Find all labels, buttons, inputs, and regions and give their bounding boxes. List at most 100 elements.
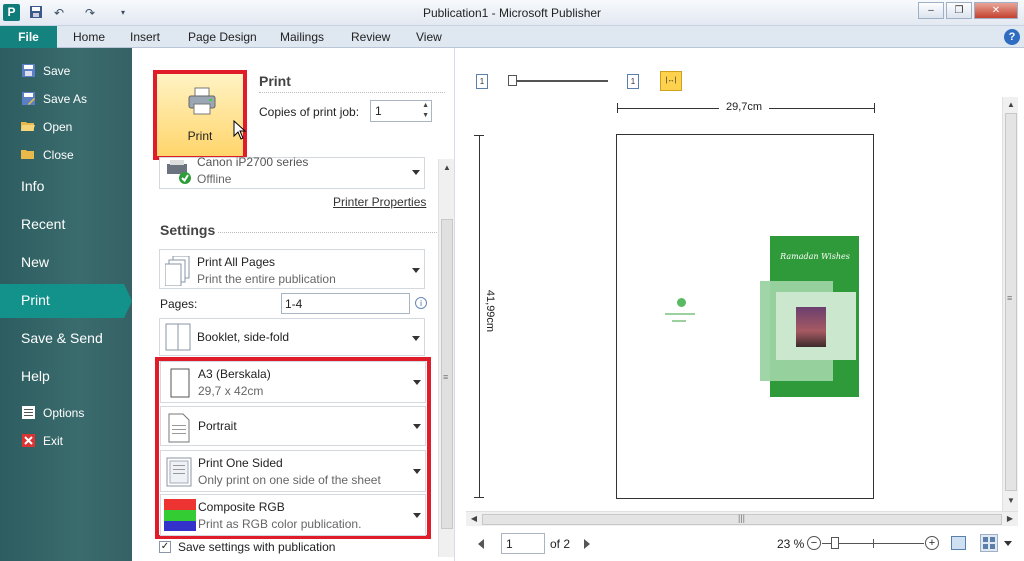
print-button[interactable]: Print xyxy=(153,70,247,160)
scroll-up-icon[interactable]: ▲ xyxy=(1005,98,1017,112)
nav-save[interactable]: Save xyxy=(0,58,132,84)
rgb-color-icon xyxy=(164,499,196,531)
printer-icon xyxy=(187,86,217,116)
paper-icon xyxy=(166,368,192,398)
page-width-icon[interactable]: |↔| xyxy=(660,71,682,91)
save-icon xyxy=(21,64,35,77)
orientation-dropdown[interactable]: Portrait xyxy=(160,406,426,446)
print-range-dropdown[interactable]: Print All Pages Print the entire publica… xyxy=(159,249,425,289)
chevron-down-icon xyxy=(412,170,420,175)
scroll-left-icon[interactable]: ◀ xyxy=(468,512,480,526)
zoom-slider-thumb[interactable] xyxy=(831,537,839,549)
grip-icon: ≡ xyxy=(1007,293,1013,303)
tab-mailings[interactable]: Mailings xyxy=(280,30,324,44)
options-icon xyxy=(21,406,35,419)
scroll-right-icon[interactable]: ▶ xyxy=(1004,512,1016,526)
fit-to-window-icon[interactable] xyxy=(951,536,966,550)
help-icon[interactable]: ? xyxy=(1004,29,1020,45)
nav-recent-label: Recent xyxy=(21,216,66,232)
preview-zoom-slider-thumb[interactable] xyxy=(508,75,517,86)
settings-scrollbar[interactable]: ▲ ≡ xyxy=(438,159,454,557)
nav-close[interactable]: Close xyxy=(0,142,132,168)
chevron-down-icon[interactable] xyxy=(1004,541,1012,546)
tab-page-design[interactable]: Page Design xyxy=(188,30,257,44)
nav-exit-label: Exit xyxy=(43,434,64,448)
exit-icon xyxy=(21,434,35,447)
sides-title: Print One Sided xyxy=(198,456,283,470)
nav-save-label: Save xyxy=(43,64,71,78)
chevron-down-icon xyxy=(412,268,420,273)
nav-print[interactable] xyxy=(0,284,124,318)
printer-status-icon xyxy=(165,160,191,190)
grip-icon: ≡ xyxy=(443,372,449,382)
layout-title: Booklet, side-fold xyxy=(197,330,290,344)
title-bar: P ↶ ↷ ▾ Publication1 - Microsoft Publish… xyxy=(0,0,1024,26)
nav-open[interactable]: Open xyxy=(0,114,132,140)
copies-value: 1 xyxy=(375,104,382,118)
full-page-icon[interactable]: 1 xyxy=(627,74,639,89)
tab-home[interactable]: Home xyxy=(73,30,105,44)
preview-horizontal-scrollbar[interactable]: ◀ ||| ▶ xyxy=(466,511,1018,526)
info-icon[interactable]: i xyxy=(415,297,427,309)
preview-vertical-scrollbar[interactable]: ▲ ≡ ▼ xyxy=(1002,97,1018,511)
minimize-button[interactable]: – xyxy=(918,2,944,19)
nav-recent[interactable]: Recent xyxy=(0,208,132,240)
grip-icon: ||| xyxy=(738,513,746,523)
nav-info[interactable]: Info xyxy=(0,170,132,202)
paper-size-dropdown[interactable]: A3 (Berskala) 29,7 x 42cm xyxy=(160,361,426,403)
print-button-label: Print xyxy=(187,129,213,143)
tab-file[interactable]: File xyxy=(0,26,57,48)
nav-options-label: Options xyxy=(43,406,85,420)
tab-review[interactable]: Review xyxy=(351,30,390,44)
nav-save-and-send[interactable]: Save & Send xyxy=(0,322,132,354)
nav-new[interactable]: New xyxy=(0,246,132,278)
pages-input[interactable]: 1-4 xyxy=(281,293,410,314)
preview-zoom-slider[interactable] xyxy=(510,80,608,82)
nav-print-selected-arrow xyxy=(124,284,132,318)
nav-help-label: Help xyxy=(21,368,50,384)
copies-stepper[interactable]: 1 ▲ ▼ xyxy=(370,100,432,122)
zoom-percentage[interactable]: 23 % xyxy=(777,537,804,551)
single-page-icon[interactable]: 1 xyxy=(476,74,488,89)
height-dimension-line xyxy=(479,135,480,498)
ribbon-tabs: File Home Insert Page Design Mailings Re… xyxy=(0,26,1024,48)
save-settings-checkbox[interactable]: ✓ xyxy=(159,541,171,553)
paper-size-title: A3 (Berskala) xyxy=(198,367,271,381)
color-mode-dropdown[interactable]: Composite RGB Print as RGB color publica… xyxy=(160,494,426,536)
nav-help[interactable]: Help xyxy=(0,360,132,392)
nav-options[interactable]: Options xyxy=(0,400,132,426)
scroll-down-icon[interactable]: ▼ xyxy=(1005,494,1017,508)
zoom-in-icon[interactable]: + xyxy=(925,536,939,550)
chevron-down-icon xyxy=(412,336,420,341)
color-mode-title: Composite RGB xyxy=(198,500,285,514)
multiple-pages-icon[interactable] xyxy=(980,534,998,552)
dimension-tick xyxy=(617,103,618,113)
tab-view[interactable]: View xyxy=(416,30,442,44)
close-window-button[interactable]: ✕ xyxy=(974,2,1018,19)
spin-down-icon[interactable]: ▼ xyxy=(422,112,429,119)
printer-properties-link[interactable]: Printer Properties xyxy=(333,195,426,209)
spin-up-icon[interactable]: ▲ xyxy=(422,102,429,109)
settings-header: Settings xyxy=(160,222,216,238)
previous-page-icon[interactable] xyxy=(478,539,484,549)
page-number-input[interactable]: 1 xyxy=(501,533,545,554)
sides-dropdown[interactable]: Print One Sided Only print on one side o… xyxy=(160,450,426,492)
restore-button[interactable]: ❐ xyxy=(946,2,972,19)
scroll-up-icon[interactable]: ▲ xyxy=(441,161,453,175)
page-logo-image xyxy=(677,298,686,307)
next-page-icon[interactable] xyxy=(584,539,590,549)
width-label: 29,7cm xyxy=(719,101,770,113)
page-count-label: of 2 xyxy=(550,537,571,551)
nav-save-as[interactable]: Save As xyxy=(0,86,132,112)
page-small-text xyxy=(665,313,695,315)
printer-dropdown[interactable]: Canon iP2700 series Offline xyxy=(159,155,425,190)
printer-name: Canon iP2700 series xyxy=(197,155,309,169)
open-folder-icon xyxy=(21,120,35,133)
page-number-value: 1 xyxy=(506,537,513,551)
one-sided-icon xyxy=(166,457,192,487)
nav-exit[interactable]: Exit xyxy=(0,428,132,454)
mouse-cursor-icon xyxy=(233,119,247,140)
layout-dropdown[interactable]: Booklet, side-fold xyxy=(159,318,425,356)
tab-insert[interactable]: Insert xyxy=(130,30,160,44)
zoom-out-icon[interactable]: − xyxy=(807,536,821,550)
